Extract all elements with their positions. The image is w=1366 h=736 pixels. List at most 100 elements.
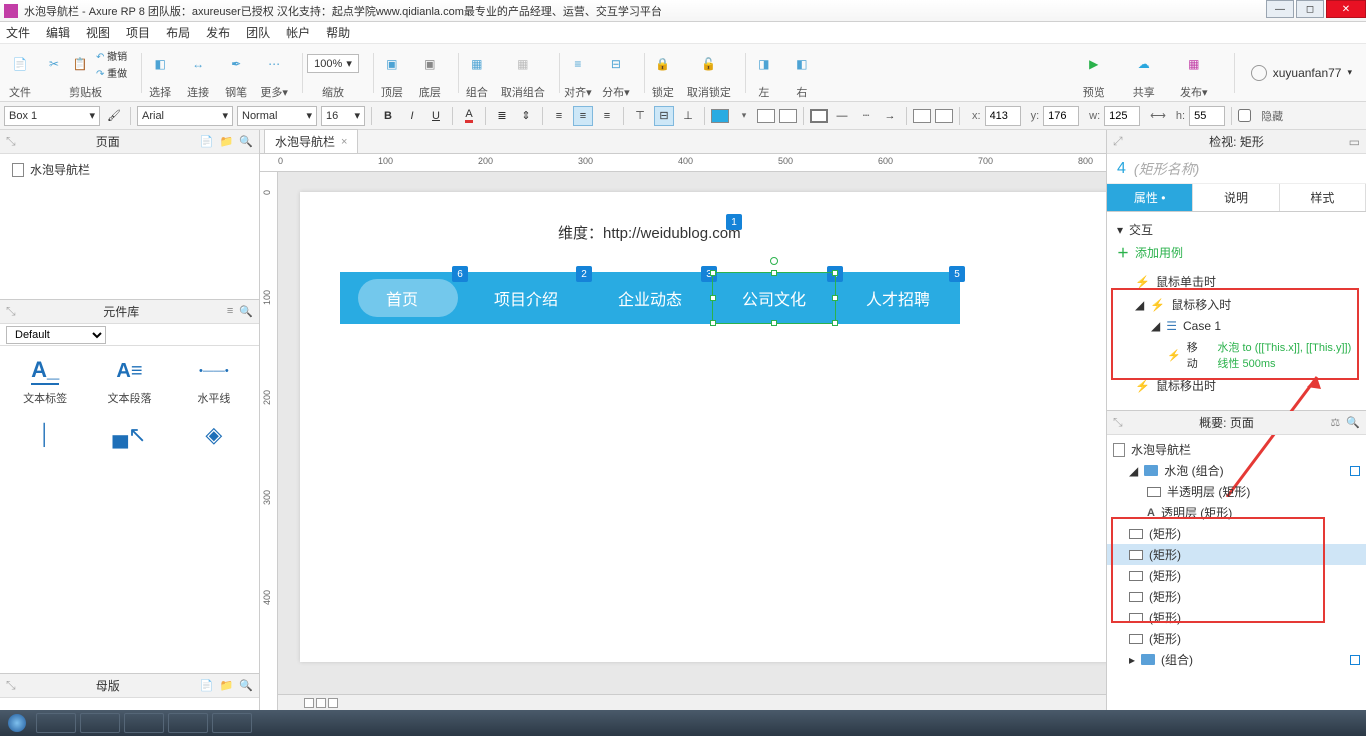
add-folder-icon[interactable]: 📁 bbox=[220, 135, 234, 148]
search-icon[interactable]: 🔍 bbox=[239, 305, 253, 318]
lock-icon[interactable]: 🔒 bbox=[649, 50, 677, 78]
redo-button[interactable]: ↷ 重做 bbox=[96, 65, 127, 80]
lib-menu-icon[interactable]: ≡ bbox=[227, 305, 233, 318]
filter-icon[interactable]: ⚖ bbox=[1330, 416, 1340, 429]
ungroup-icon[interactable]: ▦ bbox=[509, 50, 537, 78]
locate-icon[interactable]: ▭ bbox=[1349, 135, 1360, 149]
tab-page[interactable]: 水泡导航栏 × bbox=[264, 129, 358, 153]
widget-label[interactable]: A_ 文本标签 bbox=[6, 352, 84, 410]
section-interactions[interactable]: ▾交互 bbox=[1111, 218, 1362, 241]
widget-dynamic-panel[interactable]: ◈ bbox=[175, 416, 253, 454]
italic-button[interactable]: I bbox=[402, 106, 422, 126]
send-back-icon[interactable]: ▣ bbox=[416, 50, 444, 78]
search-icon[interactable]: 🔍 bbox=[1346, 416, 1360, 429]
canvas[interactable]: 0100200300400 维度：http://weidublog.com 1 … bbox=[260, 172, 1106, 710]
collapse-icon[interactable]: ⤢ bbox=[1113, 134, 1123, 149]
menu-arrange[interactable]: 布局 bbox=[166, 24, 190, 41]
widget-name-input[interactable]: (矩形名称) bbox=[1134, 159, 1199, 179]
tab-properties[interactable]: 属性 • bbox=[1107, 184, 1193, 211]
nav-item-hire[interactable]: 人才招聘 bbox=[836, 272, 960, 324]
start-button[interactable] bbox=[0, 710, 34, 736]
publish-icon[interactable]: ▦ bbox=[1180, 50, 1208, 78]
close-button[interactable]: ✕ bbox=[1326, 0, 1366, 18]
align-icon[interactable]: ≡ bbox=[564, 50, 592, 78]
align-right-icon[interactable]: ◧ bbox=[788, 50, 816, 78]
zoom-select[interactable]: 100%▾ bbox=[307, 54, 359, 73]
outline-root[interactable]: 水泡导航栏 bbox=[1107, 439, 1366, 460]
taskbar-item[interactable] bbox=[36, 713, 76, 733]
hidden-checkbox[interactable] bbox=[1238, 109, 1251, 122]
weight-select[interactable]: Normal▾ bbox=[237, 106, 317, 126]
taskbar-item[interactable] bbox=[124, 713, 164, 733]
menu-view[interactable]: 视图 bbox=[86, 24, 110, 41]
lock-aspect-icon[interactable]: ⟷ bbox=[1150, 109, 1166, 122]
heading-text[interactable]: 维度：http://weidublog.com bbox=[558, 222, 741, 243]
close-icon[interactable]: × bbox=[341, 136, 347, 148]
group-icon[interactable]: ▦ bbox=[463, 50, 491, 78]
taskbar-item[interactable] bbox=[80, 713, 120, 733]
user-menu[interactable]: xuyuanfan77▾ bbox=[1251, 65, 1360, 81]
widget-hline[interactable]: •——• 水平线 bbox=[175, 352, 253, 410]
fill-color-button[interactable] bbox=[711, 109, 729, 123]
minimize-button[interactable]: — bbox=[1266, 0, 1294, 18]
nav-item-news[interactable]: 企业动态 bbox=[588, 272, 712, 324]
align-left-button[interactable]: ≡ bbox=[549, 106, 569, 126]
line-style-button[interactable]: ┄ bbox=[856, 106, 876, 126]
unlock-icon[interactable]: 🔓 bbox=[695, 50, 723, 78]
collapse-icon[interactable]: ⤡ bbox=[6, 678, 16, 693]
align-left-icon[interactable]: ◨ bbox=[750, 50, 778, 78]
canvas-scrollbar[interactable] bbox=[278, 694, 1106, 710]
search-icon[interactable]: 🔍 bbox=[239, 679, 253, 692]
more-icon[interactable]: ⋯ bbox=[260, 50, 288, 78]
bullets-button[interactable]: ≣ bbox=[492, 106, 512, 126]
menu-team[interactable]: 团队 bbox=[246, 24, 270, 41]
widget-hotspot[interactable]: ▄↖ bbox=[90, 416, 168, 454]
nav-item-intro[interactable]: 项目介绍 bbox=[464, 272, 588, 324]
font-color-button[interactable]: A bbox=[459, 106, 479, 126]
inner-shadow-button[interactable] bbox=[779, 109, 797, 123]
style-painter-icon[interactable]: 🖌 bbox=[104, 106, 124, 126]
tab-notes[interactable]: 说明 bbox=[1193, 184, 1279, 211]
valign-bottom-button[interactable]: ⊥ bbox=[678, 106, 698, 126]
taskbar-item[interactable] bbox=[168, 713, 208, 733]
valign-top-button[interactable]: ⊤ bbox=[630, 106, 650, 126]
size-select[interactable]: 16▾ bbox=[321, 106, 365, 126]
copy-icon[interactable]: 📋 bbox=[70, 54, 90, 74]
page-item[interactable]: 水泡导航栏 bbox=[4, 158, 255, 181]
distribute-icon[interactable]: ⊟ bbox=[602, 50, 630, 78]
library-select[interactable]: Default bbox=[6, 326, 106, 344]
font-select[interactable]: Arial▾ bbox=[137, 106, 233, 126]
align-right-button[interactable]: ≡ bbox=[597, 106, 617, 126]
add-page-icon[interactable]: 📄 bbox=[200, 135, 214, 148]
line-color-button[interactable] bbox=[810, 109, 828, 123]
outline-group-bubble[interactable]: ◢水泡 (组合) bbox=[1107, 460, 1366, 481]
widget-vline[interactable]: │ bbox=[6, 416, 84, 454]
collapse-icon[interactable]: ⤡ bbox=[6, 304, 16, 319]
collapse-icon[interactable]: ⤡ bbox=[1113, 415, 1123, 430]
visibility-toggle[interactable] bbox=[1350, 466, 1360, 476]
valign-middle-button[interactable]: ⊟ bbox=[654, 106, 674, 126]
select-icon[interactable]: ◧ bbox=[146, 50, 174, 78]
bold-button[interactable]: B bbox=[378, 106, 398, 126]
border-visibility-button[interactable] bbox=[935, 109, 953, 123]
tab-style[interactable]: 样式 bbox=[1280, 184, 1366, 211]
menu-file[interactable]: 文件 bbox=[6, 24, 30, 41]
outline-rect-6[interactable]: (矩形) bbox=[1107, 628, 1366, 649]
undo-button[interactable]: ↶ 撤销 bbox=[96, 48, 127, 63]
fill-color-dropdown[interactable] bbox=[733, 106, 753, 126]
maximize-button[interactable]: ◻ bbox=[1296, 0, 1324, 18]
line-spacing-button[interactable]: ⇕ bbox=[516, 106, 536, 126]
pen-icon[interactable]: ✒ bbox=[222, 50, 250, 78]
taskbar-item[interactable] bbox=[212, 713, 252, 733]
cut-icon[interactable]: ✂ bbox=[44, 54, 64, 74]
menu-account[interactable]: 帐户 bbox=[286, 24, 310, 41]
collapse-icon[interactable]: ⤡ bbox=[6, 134, 16, 149]
visibility-toggle[interactable] bbox=[1350, 655, 1360, 665]
w-field[interactable] bbox=[1104, 106, 1140, 126]
line-width-button[interactable]: — bbox=[832, 106, 852, 126]
menu-publish[interactable]: 发布 bbox=[206, 24, 230, 41]
share-icon[interactable]: ☁ bbox=[1130, 50, 1158, 78]
add-folder-icon[interactable]: 📁 bbox=[220, 679, 234, 692]
preview-icon[interactable]: ▶ bbox=[1080, 50, 1108, 78]
corner-radius-button[interactable] bbox=[913, 109, 931, 123]
